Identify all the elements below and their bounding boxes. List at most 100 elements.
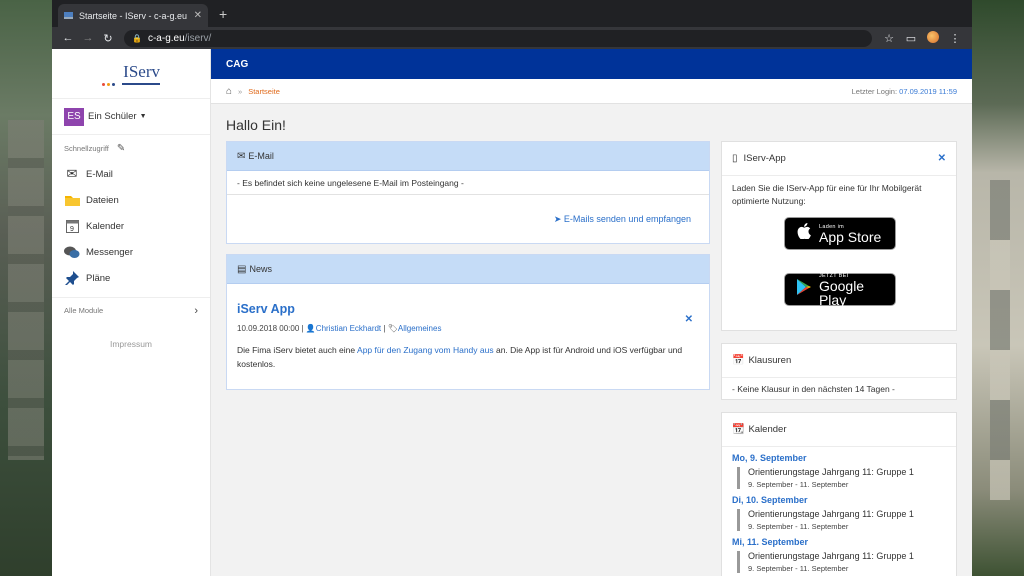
- calendar-event-range: 9. September - 11. September: [748, 522, 849, 531]
- email-panel-title: E-Mail: [248, 151, 274, 161]
- calendar-event-range: 9. September - 11. September: [748, 480, 849, 489]
- app-store-button[interactable]: Laden im App Store: [784, 217, 896, 250]
- news-body: Die Fima iServ bietet auch eine App für …: [237, 343, 699, 371]
- folder-icon: [64, 193, 80, 207]
- exams-title: Klausuren: [748, 355, 792, 366]
- chat-bubbles-icon: [64, 245, 80, 259]
- back-icon[interactable]: ←: [58, 32, 78, 44]
- exam-calendar-icon: 📅: [732, 355, 745, 366]
- email-status: - Es befindet sich keine ungelesene E-Ma…: [227, 171, 709, 195]
- dismiss-news-icon[interactable]: ✕: [685, 314, 693, 325]
- menu-kebab-icon[interactable]: ⋮: [944, 32, 966, 45]
- site-name[interactable]: CAG: [226, 59, 248, 70]
- background-left: [0, 0, 52, 576]
- impressum-link[interactable]: Impressum: [52, 339, 210, 349]
- logo-area[interactable]: IServ: [52, 49, 210, 99]
- calendar-event-title: Orientierungstage Jahrgang 11: Gruppe 1: [748, 467, 914, 477]
- breadcrumb-current[interactable]: Startseite: [248, 87, 280, 96]
- calendar-event[interactable]: Orientierungstage Jahrgang 11: Gruppe 1 …: [737, 551, 946, 573]
- forward-icon[interactable]: →: [78, 32, 98, 44]
- email-panel-header: ✉ E-Mail: [227, 142, 709, 171]
- google-play-icon: [795, 278, 813, 301]
- sidebar: IServ ES Ein Schüler ▼ Schnellzugriff ✎ …: [52, 49, 211, 576]
- calendar-event-range: 9. September - 11. September: [748, 564, 849, 573]
- sidebar-item-plans[interactable]: Pläne: [52, 265, 210, 291]
- google-play-button[interactable]: JETZT BEI Google Play: [784, 273, 896, 308]
- calendar-event[interactable]: Orientierungstage Jahrgang 11: Gruppe 1 …: [737, 467, 946, 489]
- last-login-label: Letzter Login:: [851, 86, 898, 96]
- news-date: 10.09.2018 00:00 |: [237, 324, 304, 333]
- background-right: [972, 0, 1024, 576]
- news-body-text: Die Fima iServ bietet auch eine: [237, 345, 356, 355]
- news-article-title[interactable]: iServ App: [237, 302, 699, 316]
- all-modules-toggle[interactable]: Alle Module ›: [52, 297, 210, 323]
- favicon-icon: [64, 12, 73, 19]
- sidebar-item-label: Kalender: [86, 220, 125, 232]
- calendar-day-link[interactable]: Mi, 11. September: [732, 537, 946, 547]
- user-name: Ein Schüler: [88, 111, 137, 122]
- quick-access-label: Schnellzugriff: [64, 143, 109, 153]
- news-author-link[interactable]: Christian Eckhardt: [316, 324, 381, 333]
- calendar-title: Kalender: [748, 424, 787, 435]
- calendar-day-link[interactable]: Mo, 9. September: [732, 453, 946, 463]
- news-panel-title: News: [249, 264, 272, 274]
- sidebar-item-label: E-Mail: [86, 168, 113, 180]
- all-modules-label: Alle Module: [64, 306, 104, 315]
- sidebar-item-messenger[interactable]: Messenger: [52, 239, 210, 265]
- google-play-big-text: Google Play: [818, 277, 865, 308]
- calendar-panel: 📆 Kalender Mo, 9. September Orientierung…: [721, 412, 957, 576]
- tab-bar: Startseite - IServ - c-a-g.eu ✕ +: [52, 0, 972, 27]
- sidebar-item-label: Messenger: [86, 246, 133, 258]
- url-input[interactable]: 🔒 c-a-g.eu /iserv/: [124, 29, 872, 47]
- news-category-link[interactable]: Allgemeines: [398, 324, 442, 333]
- caret-down-icon: ▼: [139, 113, 147, 120]
- sidebar-item-email[interactable]: ✉ E-Mail: [52, 161, 210, 187]
- calendar-event-title: Orientierungstage Jahrgang 11: Gruppe 1: [748, 509, 914, 519]
- url-host: c-a-g.eu: [147, 32, 185, 44]
- news-panel: ▤ News ✕ iServ App 10.09.2018 00:00 | 👤C…: [226, 254, 710, 390]
- profile-avatar-icon[interactable]: [922, 30, 944, 46]
- calendar-day: Di, 10. September Orientierungstage Jahr…: [732, 495, 946, 531]
- close-tab-icon[interactable]: ✕: [194, 10, 202, 21]
- iserv-logo: IServ: [102, 62, 160, 86]
- calendar-day: Mi, 11. September Orientierungstage Jahr…: [732, 537, 946, 573]
- new-tab-icon[interactable]: +: [219, 6, 227, 22]
- main-content: CAG ⌂ » Startseite Letzter Login: 07.09.…: [211, 49, 972, 576]
- calendar-icon: 9: [64, 219, 80, 233]
- envelope-icon: ✉: [237, 150, 246, 162]
- send-receive-email-link[interactable]: ➤ E-Mails senden und empfangen: [554, 214, 691, 225]
- apple-icon: [795, 223, 813, 244]
- sidebar-item-calendar[interactable]: 9 Kalender: [52, 213, 210, 239]
- email-panel: ✉ E-Mail - Es befindet sich keine ungele…: [226, 141, 710, 244]
- browser-tab[interactable]: Startseite - IServ - c-a-g.eu ✕: [58, 4, 208, 27]
- iserv-app-description: Laden Sie die IServ-App für eine für Ihr…: [732, 183, 922, 206]
- news-app-link[interactable]: App für den Zugang vom Handy aus: [357, 345, 494, 355]
- exams-panel: 📅 Klausuren - Keine Klausur in den nächs…: [721, 343, 957, 400]
- paper-plane-icon: ➤: [553, 213, 562, 224]
- calendar-day: Mo, 9. September Orientierungstage Jahrg…: [732, 453, 946, 489]
- calendar-event[interactable]: Orientierungstage Jahrgang 11: Gruppe 1 …: [737, 509, 946, 531]
- exams-status: - Keine Klausur in den nächsten 14 Tagen…: [732, 384, 895, 394]
- pencil-icon[interactable]: ✎: [117, 143, 125, 154]
- iserv-app-panel: ▯ IServ-App ✕ Laden Sie die IServ-App fü…: [721, 141, 957, 331]
- calendar-day-link[interactable]: Di, 10. September: [732, 495, 946, 505]
- cast-icon[interactable]: ▭: [900, 32, 922, 45]
- reload-icon[interactable]: ↻: [98, 32, 118, 45]
- iserv-app: IServ ES Ein Schüler ▼ Schnellzugriff ✎ …: [52, 49, 972, 576]
- envelope-icon: ✉: [66, 166, 78, 181]
- sidebar-item-files[interactable]: Dateien: [52, 187, 210, 213]
- address-bar: ← → ↻ 🔒 c-a-g.eu /iserv/ ☆ ▭ ⋮: [52, 27, 972, 49]
- home-icon[interactable]: ⌂: [226, 86, 232, 97]
- close-icon[interactable]: ✕: [938, 153, 946, 164]
- bookmark-star-icon[interactable]: ☆: [878, 32, 900, 45]
- pin-icon: [64, 271, 80, 285]
- user-menu[interactable]: ES Ein Schüler ▼: [52, 99, 210, 135]
- sidebar-item-label: Pläne: [86, 272, 111, 284]
- lock-icon: 🔒: [132, 33, 142, 43]
- news-panel-header: ▤ News: [227, 255, 709, 284]
- calendar-header: 📆 Kalender: [722, 413, 956, 447]
- svg-text:9: 9: [70, 226, 74, 233]
- iserv-app-title: IServ-App: [743, 153, 786, 164]
- newspaper-icon: ▤: [237, 263, 247, 275]
- page-title: Hallo Ein!: [226, 117, 286, 133]
